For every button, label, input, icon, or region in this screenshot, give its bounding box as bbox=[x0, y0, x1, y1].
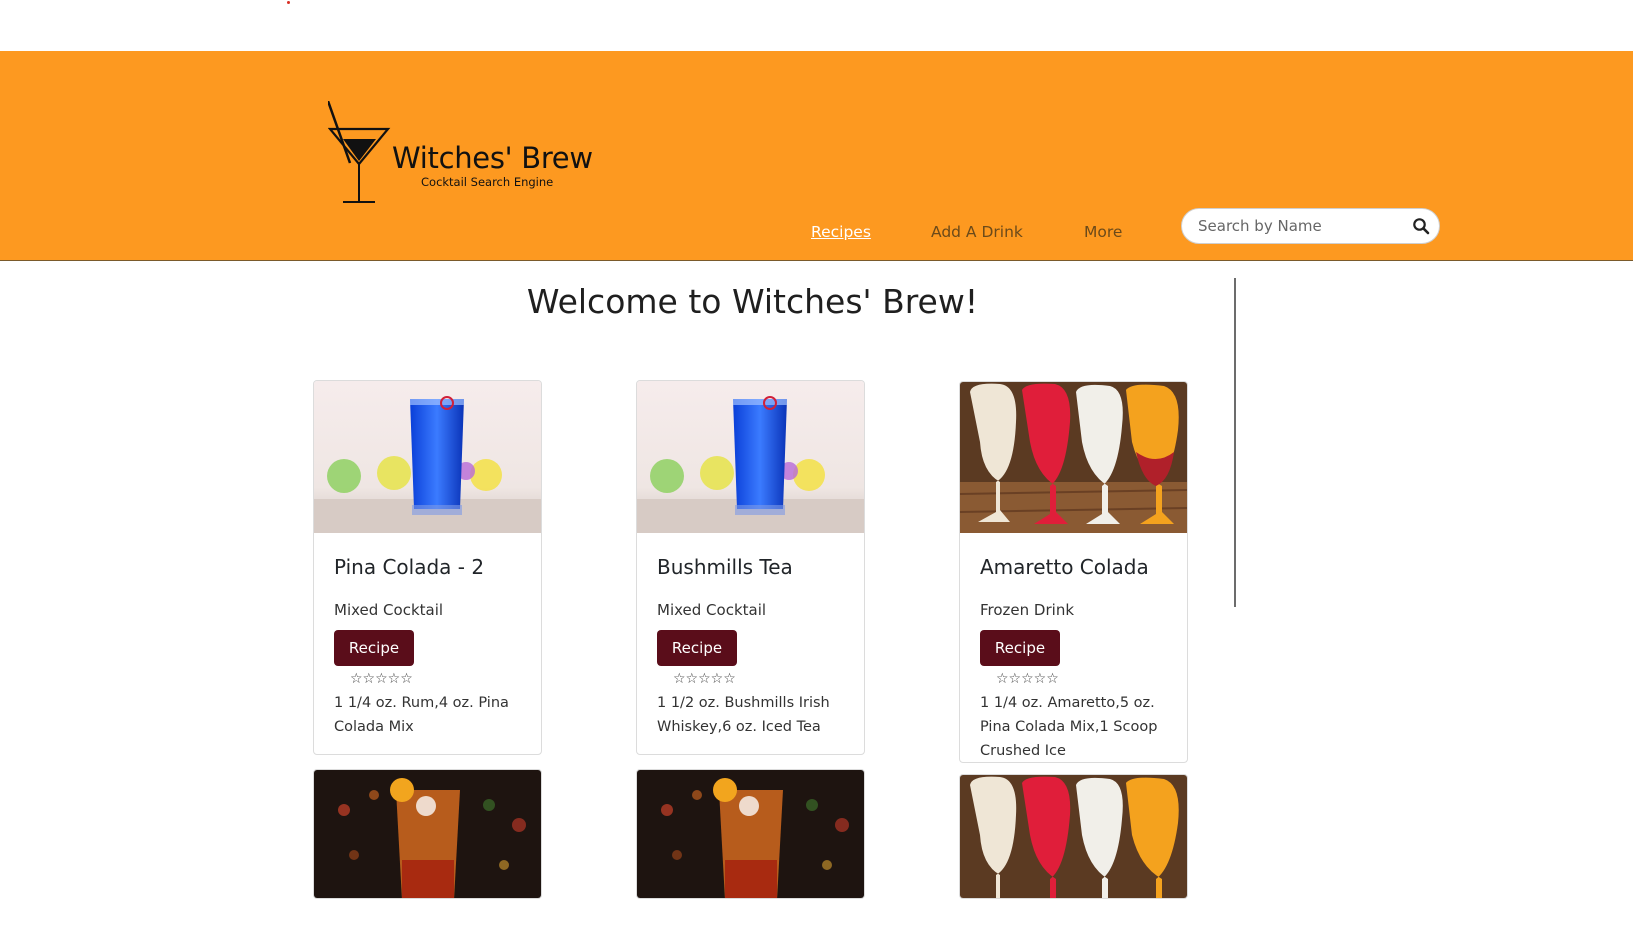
logo-subtitle: Cocktail Search Engine bbox=[421, 175, 554, 189]
content-divider bbox=[1234, 278, 1236, 607]
drink-card bbox=[313, 769, 542, 899]
drink-card bbox=[959, 774, 1188, 899]
indicator-dot bbox=[287, 1, 290, 4]
drink-image-orange-cocktail[interactable] bbox=[637, 770, 864, 898]
search-input[interactable] bbox=[1198, 216, 1398, 236]
drink-image-blue-cocktail[interactable] bbox=[637, 381, 864, 533]
star-icon[interactable]: ☆☆☆☆☆ bbox=[350, 671, 413, 687]
drink-image-orange-cocktail[interactable] bbox=[314, 770, 541, 898]
recipe-button[interactable]: Recipe bbox=[657, 630, 737, 666]
drink-card: Pina Colada - 2 Mixed Cocktail Recipe ☆☆… bbox=[313, 380, 542, 755]
drink-name: Bushmills Tea bbox=[657, 555, 793, 579]
drink-image-frozen-drinks[interactable] bbox=[960, 775, 1187, 898]
drink-ingredients: 1 1/2 oz. Bushmills Irish Whiskey,6 oz. … bbox=[657, 695, 830, 735]
search-box[interactable] bbox=[1181, 208, 1440, 244]
nav-more[interactable]: More bbox=[1084, 223, 1122, 241]
star-icon[interactable]: ☆☆☆☆☆ bbox=[673, 671, 736, 687]
drink-card: Amaretto Colada Frozen Drink Recipe ☆☆☆☆… bbox=[959, 381, 1188, 763]
nav-recipes[interactable]: Recipes bbox=[811, 223, 871, 241]
logo-title: Witches' Brew bbox=[392, 141, 593, 175]
drink-type: Frozen Drink bbox=[980, 601, 1075, 619]
drink-card bbox=[636, 769, 865, 899]
star-rating[interactable]: ☆☆☆☆☆ bbox=[350, 671, 413, 687]
star-rating[interactable]: ☆☆☆☆☆ bbox=[996, 671, 1059, 687]
nav-add-a-drink[interactable]: Add A Drink bbox=[931, 223, 1023, 241]
drink-image-blue-cocktail[interactable] bbox=[314, 381, 541, 533]
star-rating[interactable]: ☆☆☆☆☆ bbox=[673, 671, 736, 687]
drink-name: Pina Colada - 2 bbox=[334, 555, 485, 579]
drink-ingredients: 1 1/4 oz. Rum,4 oz. Pina Colada Mix bbox=[334, 695, 509, 735]
search-icon[interactable] bbox=[1412, 217, 1430, 235]
drink-card: Bushmills Tea Mixed Cocktail Recipe ☆☆☆☆… bbox=[636, 380, 865, 755]
star-icon[interactable]: ☆☆☆☆☆ bbox=[996, 671, 1059, 687]
recipe-button[interactable]: Recipe bbox=[334, 630, 414, 666]
drink-ingredients: 1 1/4 oz. Amaretto,5 oz. Pina Colada Mix… bbox=[980, 695, 1158, 759]
page-title: Welcome to Witches' Brew! bbox=[526, 282, 979, 321]
drink-type: Mixed Cocktail bbox=[334, 601, 444, 619]
drink-image-frozen-drinks[interactable] bbox=[960, 382, 1187, 533]
drink-name: Amaretto Colada bbox=[980, 555, 1149, 579]
site-logo[interactable]: Witches' Brew Cocktail Search Engine bbox=[328, 101, 608, 211]
martini-glass-icon bbox=[328, 101, 391, 203]
drink-type: Mixed Cocktail bbox=[657, 601, 767, 619]
recipe-button[interactable]: Recipe bbox=[980, 630, 1060, 666]
